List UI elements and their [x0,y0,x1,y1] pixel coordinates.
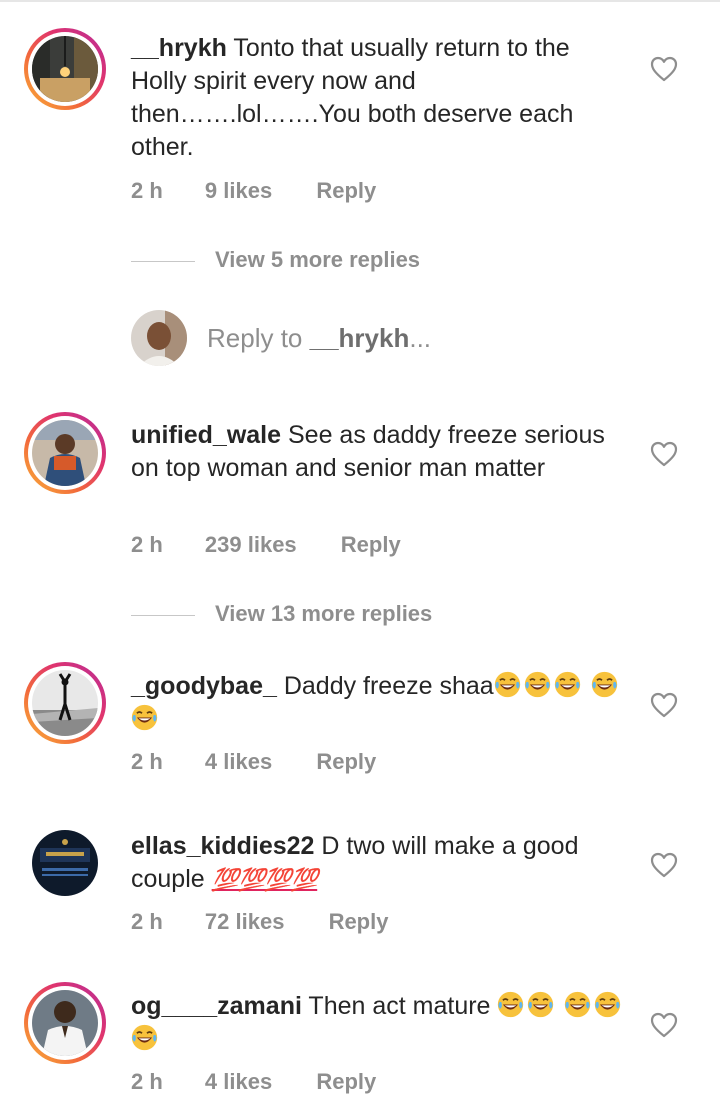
comment-likes[interactable]: 239 likes [205,532,297,558]
face-with-tears-of-joy-icon [131,1024,158,1051]
comment-body: Then act mature [308,992,491,1020]
comment-likes[interactable]: 9 likes [205,178,272,204]
comment-time: 2 h [131,178,163,203]
reply-button[interactable]: Reply [341,532,401,558]
comment-time: 2 h [131,532,163,557]
comment-text: unified_wale See as daddy freeze serious… [131,419,631,485]
view-more-replies-button[interactable]: View 5 more replies [131,247,420,273]
like-heart-icon[interactable] [650,56,678,82]
view-more-label: View 5 more replies [215,247,421,272]
comment-username[interactable]: __hrykh [131,34,227,62]
comment-username[interactable]: og____zamani [131,992,302,1020]
reply-button[interactable]: Reply [316,749,376,775]
comment-body: Daddy freeze shaa [283,672,494,700]
like-heart-icon[interactable] [650,692,678,718]
face-with-tears-of-joy-icon [554,671,581,698]
current-user-avatar [131,310,187,366]
face-with-tears-of-joy-icon [591,671,618,698]
avatar[interactable] [24,982,106,1064]
avatar[interactable] [24,662,106,744]
view-more-replies-button[interactable]: View 13 more replies [131,601,432,627]
top-divider [0,0,720,2]
comment-text: ellas_kiddies22 D two will make a good c… [131,830,631,896]
comment-username[interactable]: unified_wale [131,421,281,449]
face-with-tears-of-joy-icon [527,991,554,1018]
avatar-photo [32,830,98,896]
comment-text: _goodybae_ Daddy freeze shaa [131,670,631,736]
face-with-tears-of-joy-icon [494,671,521,698]
comment-likes[interactable]: 72 likes [205,909,285,935]
comment-username[interactable]: _goodybae_ [131,672,277,700]
avatar-photo [32,36,98,102]
face-with-tears-of-joy-icon [131,704,158,731]
avatar[interactable] [32,830,98,896]
comment-likes[interactable]: 4 likes [205,1069,272,1095]
view-more-label: View 13 more replies [215,601,433,626]
face-with-tears-of-joy-icon [497,991,524,1018]
reply-button[interactable]: Reply [316,178,376,204]
like-heart-icon[interactable] [650,852,678,878]
avatar-photo [32,990,98,1056]
reply-button[interactable]: Reply [316,1069,376,1095]
comment-time: 2 h [131,1069,163,1094]
avatar-photo [32,420,98,486]
face-with-tears-of-joy-icon [564,991,591,1018]
avatar[interactable] [24,28,106,110]
comment-time: 2 h [131,909,163,934]
face-with-tears-of-joy-icon [524,671,551,698]
view-more-line [131,260,195,262]
face-with-tears-of-joy-icon [594,991,621,1018]
view-more-line [131,614,195,616]
comment-likes[interactable]: 4 likes [205,749,272,775]
comment-text: og____zamani Then act mature [131,990,631,1056]
comment-text: __hrykh Tonto that usually return to the… [131,32,631,164]
comment-time: 2 h [131,749,163,774]
avatar-photo [32,670,98,736]
avatar[interactable] [24,412,106,494]
like-heart-icon[interactable] [650,1012,678,1038]
reply-button[interactable]: Reply [329,909,389,935]
reply-to-placeholder[interactable]: Reply to __hrykh... [207,323,431,354]
like-heart-icon[interactable] [650,441,678,467]
hundred-points-icon: 💯💯💯💯 [211,867,319,892]
comment-username[interactable]: ellas_kiddies22 [131,832,314,860]
reply-to-username: __hrykh [309,323,410,353]
